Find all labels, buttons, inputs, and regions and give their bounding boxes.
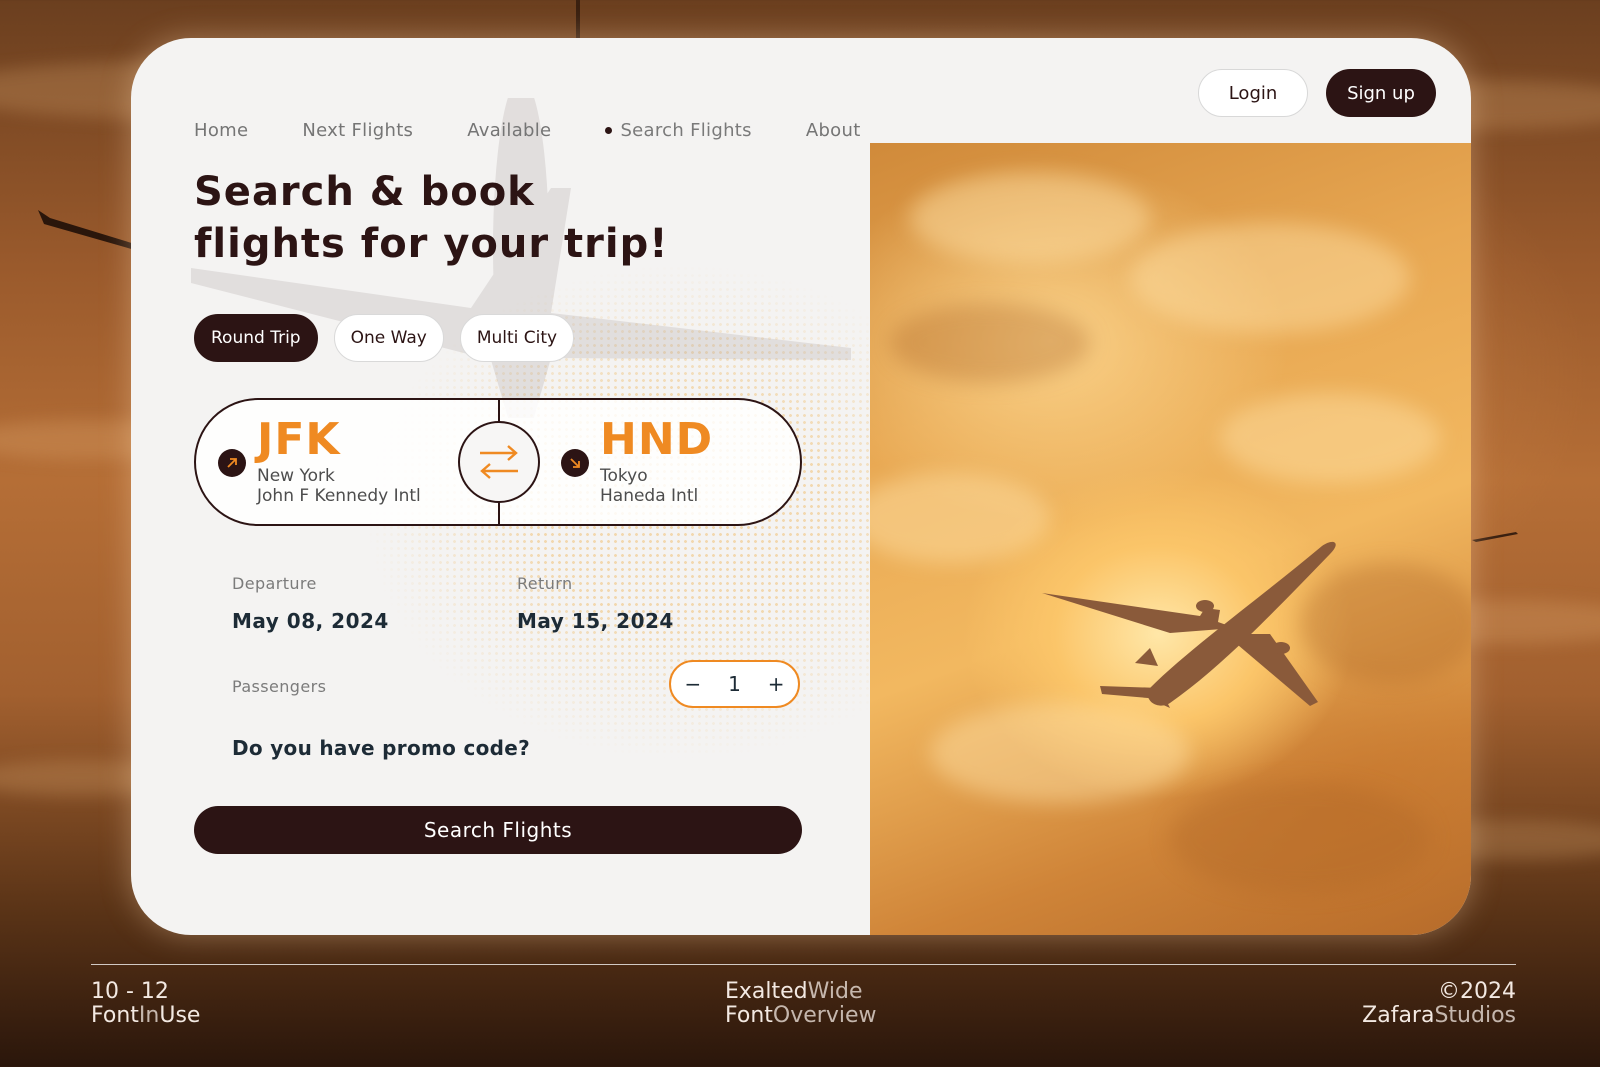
- nav-item-next-flights[interactable]: Next Flights: [302, 120, 413, 141]
- passengers-label: Passengers: [232, 677, 327, 696]
- nav-item-search-flights[interactable]: Search Flights: [605, 120, 752, 141]
- login-button[interactable]: Login: [1198, 69, 1308, 117]
- promo-code-link[interactable]: Do you have promo code?: [232, 736, 530, 760]
- title-line-2: flights for your trip!: [194, 221, 669, 267]
- main-nav: Home Next Flights Available Search Fligh…: [194, 120, 915, 141]
- route-selector: JFK New York John F Kennedy Intl HND Tok…: [194, 398, 802, 526]
- passenger-count: 1: [728, 672, 741, 696]
- destination-airport[interactable]: HND Tokyo Haneda Intl: [600, 414, 713, 506]
- footer-middle: ExaltedWide FontOverview: [725, 980, 876, 1028]
- swap-airports-button[interactable]: [458, 421, 540, 503]
- airplane-image: [1042, 541, 1336, 708]
- background-small-plane: [1472, 532, 1518, 542]
- page-title: Search & book flights for your trip!: [194, 166, 814, 270]
- nav-item-home[interactable]: Home: [194, 120, 248, 141]
- tab-one-way[interactable]: One Way: [333, 314, 444, 362]
- return-date[interactable]: May 15, 2024: [517, 609, 674, 633]
- destination-code: HND: [600, 414, 714, 465]
- tab-multi-city[interactable]: Multi City: [459, 314, 575, 362]
- origin-code: JFK: [257, 414, 341, 465]
- footer-copyright: ©2024: [1438, 979, 1516, 1004]
- decrement-button[interactable]: −: [684, 672, 701, 696]
- booking-card: Home Next Flights Available Search Fligh…: [131, 38, 1471, 935]
- footer-date-range: 10 - 12: [91, 979, 169, 1004]
- title-line-1: Search & book: [194, 169, 535, 215]
- footer-right: ©2024 ZafaraStudios: [1362, 980, 1516, 1028]
- footer-left: 10 - 12 FontInUse: [91, 980, 200, 1028]
- swap-arrows-icon: [480, 445, 518, 479]
- airplane-photo: [870, 143, 1471, 935]
- arrow-down-right-icon: [561, 449, 589, 477]
- background-tail: [576, 0, 580, 40]
- trip-type-tabs: Round Trip One Way Multi City: [194, 314, 590, 362]
- increment-button[interactable]: +: [768, 672, 785, 696]
- departure-date[interactable]: May 08, 2024: [232, 609, 389, 633]
- origin-city: New York: [257, 466, 335, 486]
- origin-airport[interactable]: JFK New York John F Kennedy Intl: [257, 414, 421, 506]
- search-flights-button[interactable]: Search Flights: [194, 806, 802, 854]
- destination-city: Tokyo: [600, 466, 648, 486]
- return-label: Return: [517, 574, 573, 593]
- footer-studio: ZafaraStudios: [1362, 1003, 1516, 1028]
- tab-round-trip[interactable]: Round Trip: [194, 314, 318, 362]
- footer-font-overview: FontOverview: [725, 1003, 877, 1028]
- arrow-up-right-icon: [218, 449, 246, 477]
- signup-button[interactable]: Sign up: [1326, 69, 1436, 117]
- origin-airport-name: John F Kennedy Intl: [257, 486, 421, 506]
- active-indicator-dot: [605, 127, 613, 134]
- destination-airport-name: Haneda Intl: [600, 486, 699, 506]
- nav-item-available[interactable]: Available: [467, 120, 551, 141]
- footer-fontinuse: FontInUse: [91, 1003, 201, 1028]
- nav-item-about[interactable]: About: [806, 120, 861, 141]
- footer-font-name: ExaltedWide: [725, 979, 863, 1004]
- passenger-stepper: − 1 +: [669, 660, 800, 708]
- footer-divider: [91, 964, 1516, 965]
- departure-label: Departure: [232, 574, 317, 593]
